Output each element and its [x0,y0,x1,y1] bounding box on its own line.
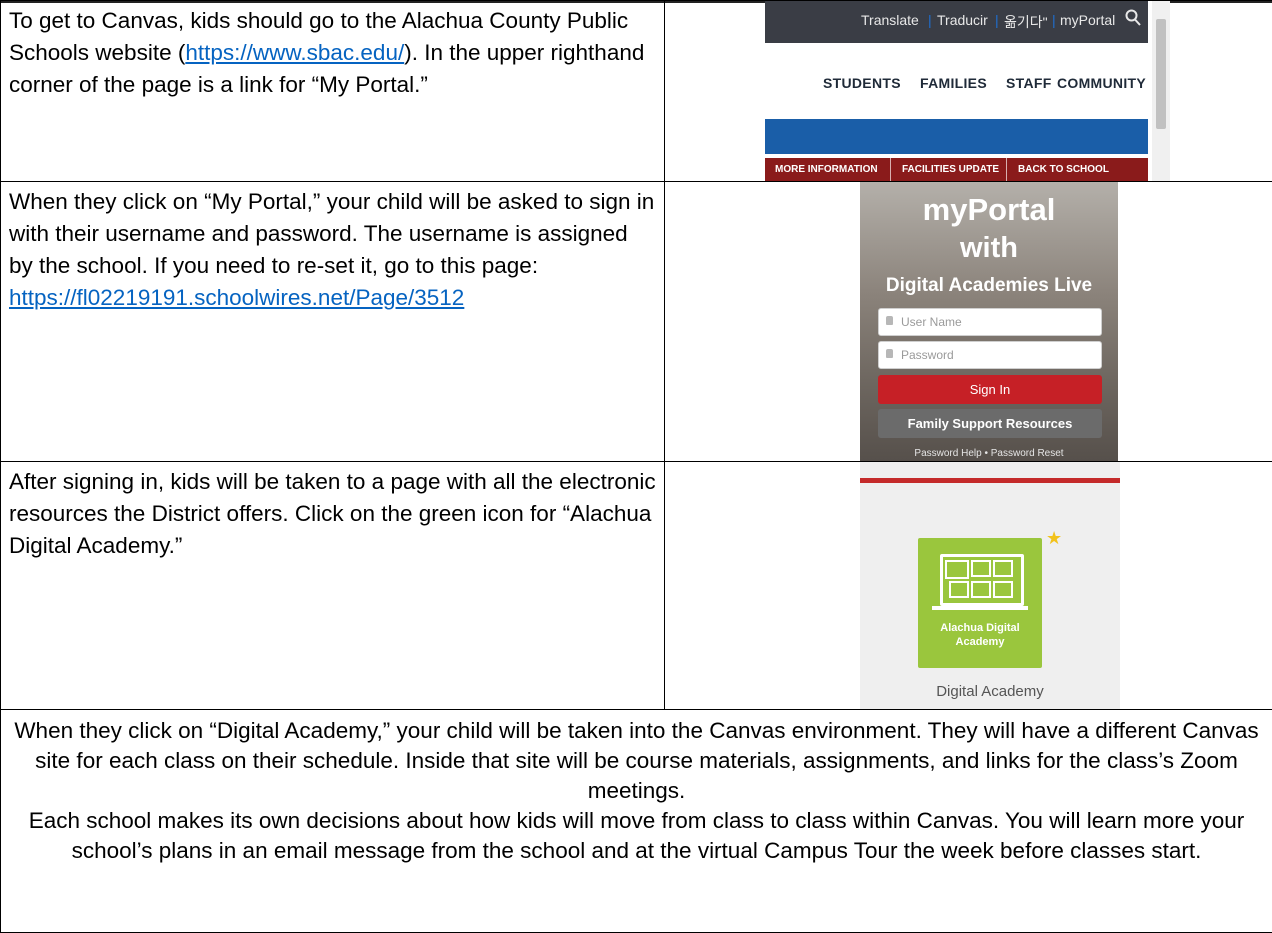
video-cell [971,560,991,577]
traducir-link[interactable]: Traducir [937,12,988,28]
favorite-star-icon[interactable]: ★ [1046,528,1062,549]
app-label[interactable]: Digital Academy [860,683,1120,700]
video-cell [945,560,969,579]
video-cell [949,581,969,598]
facilities-update-button[interactable]: FACILITIES UPDATE [902,164,999,175]
step-2-image-cell: myPortal with Digital Academies Live Use… [664,181,1272,462]
korean-link[interactable]: 옮기다" [1004,12,1048,32]
step-2-text-cell: When they click on “My Portal,” your chi… [0,181,665,462]
bullet-separator: • [984,448,988,459]
digital-academy-screenshot: ★ Alachua Digital Academy Digital Academ… [860,462,1120,709]
table-row: When they click on “Digital Academy,” yo… [0,709,1272,933]
search-icon[interactable] [1125,9,1141,30]
portal-footer-links: Password Help • Password Reset [860,448,1118,459]
tile-title-line1: Alachua Digital [940,622,1020,634]
portal-subtitle: Digital Academies Live [885,275,1093,296]
separator: | [1052,12,1056,28]
table-row: When they click on “My Portal,” your chi… [0,181,1272,462]
instructions-table: To get to Canvas, kids should go to the … [0,0,1272,933]
step-1-text: To get to Canvas, kids should go to the … [2,2,664,102]
summary-text: When they click on “Digital Academy,” yo… [2,711,1272,867]
nav-staff[interactable]: STAFF [1006,75,1052,91]
lock-icon [886,349,893,358]
table-row: To get to Canvas, kids should go to the … [0,0,1272,182]
step-2-text-part: When they click on “My Portal,” your chi… [9,189,655,278]
separator: | [995,12,999,28]
divider [890,158,891,181]
blue-banner [765,119,1148,154]
summary-cell: When they click on “Digital Academy,” yo… [0,709,1272,933]
step-2-text: When they click on “My Portal,” your chi… [2,183,664,315]
sbac-website-screenshot: Translate | Traducir | 옮기다" | myPortal S… [765,1,1170,181]
divider [1006,158,1007,181]
tile-title-line2: Academy [955,636,1005,648]
step-3-text-cell: After signing in, kids will be taken to … [0,461,665,710]
family-support-button[interactable]: Family Support Resources [878,409,1102,438]
nav-families[interactable]: FAMILIES [920,75,987,91]
scrollbar-thumb[interactable] [1156,19,1166,129]
separator: | [928,12,932,28]
password-placeholder: Password [901,348,954,362]
summary-paragraph-2: Each school makes its own decisions abou… [28,808,1245,863]
info-buttons-bar: MORE INFORMATION FACILITIES UPDATE BACK … [765,158,1148,181]
password-reset-link[interactable]: https://fl02219191.schoolwires.net/Page/… [9,285,464,310]
portal-title: myPortal [922,192,1056,227]
laptop-base [932,606,1028,610]
username-field[interactable]: User Name [878,308,1102,336]
video-cell [971,581,991,598]
username-placeholder: User Name [901,315,962,329]
password-reset-link[interactable]: Password Reset [991,448,1064,459]
video-cell [993,560,1013,577]
myportal-login-screenshot: myPortal with Digital Academies Live Use… [860,182,1118,461]
video-cell [993,581,1013,598]
user-icon [886,316,893,325]
step-3-text: After signing in, kids will be taken to … [9,469,656,558]
step-1-image-cell: Translate | Traducir | 옮기다" | myPortal S… [664,0,1272,182]
laptop-video-grid-icon [940,554,1024,606]
translate-link[interactable]: Translate [861,12,919,28]
sign-in-button[interactable]: Sign In [878,375,1102,404]
alachua-digital-academy-app-tile[interactable]: Alachua Digital Academy [918,538,1042,668]
nav-students[interactable]: STUDENTS [823,75,901,91]
portal-subtitle-with: with [960,232,1018,264]
sbac-link[interactable]: https://www.sbac.edu/ [185,40,404,65]
password-field[interactable]: Password [878,341,1102,369]
more-information-button[interactable]: MORE INFORMATION [775,164,878,175]
step-3-image-cell: ★ Alachua Digital Academy Digital Academ… [664,461,1272,710]
page-scrollbar[interactable] [1152,1,1170,181]
back-to-school-button[interactable]: BACK TO SCHOOL [1018,164,1109,175]
myportal-link[interactable]: myPortal [1060,12,1115,28]
accent-line [860,478,1120,483]
table-row: After signing in, kids will be taken to … [0,461,1272,710]
step-1-text-cell: To get to Canvas, kids should go to the … [0,0,665,182]
password-help-link[interactable]: Password Help [914,448,981,459]
nav-community[interactable]: COMMUNITY [1057,75,1146,91]
summary-paragraph-1: When they click on “Digital Academy,” yo… [14,718,1259,803]
sbac-topbar: Translate | Traducir | 옮기다" | myPortal [765,1,1148,43]
